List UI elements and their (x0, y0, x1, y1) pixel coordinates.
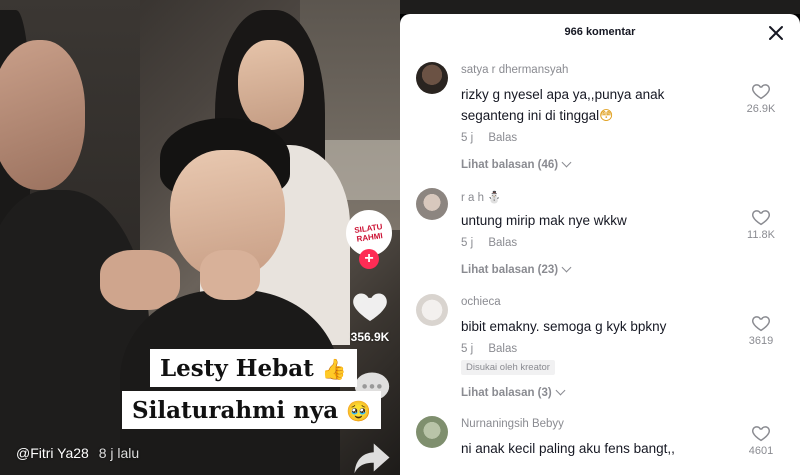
comment-time: 5 j (461, 237, 474, 249)
chevron-down-icon (561, 157, 572, 168)
view-replies-button[interactable]: Lihat balasan (46) (461, 157, 572, 171)
sheet-header: 966 komentar (400, 14, 800, 52)
comment-username-text: r a h (461, 192, 485, 204)
avatar[interactable] (416, 62, 448, 94)
view-replies-button[interactable]: Lihat balasan (3) (461, 385, 566, 399)
heart-icon[interactable] (350, 286, 390, 326)
caption-line-2: Silaturahmi nya 🥹 (122, 391, 382, 429)
teary-face-icon: 🥹 (346, 399, 372, 423)
comment-like[interactable]: 3619 (736, 314, 786, 347)
view-replies-label: Lihat balasan (23) (461, 264, 559, 276)
person-face (0, 40, 85, 190)
person-face (238, 40, 304, 130)
comment-username[interactable]: satya r dhermansyah (461, 64, 568, 76)
reply-button[interactable]: Balas (488, 343, 517, 355)
follow-button[interactable]: + (359, 249, 379, 269)
reply-button[interactable]: Balas (488, 237, 517, 249)
comment-time: 5 j (461, 132, 474, 144)
comment-like-count: 3619 (748, 335, 774, 347)
heart-outline-icon (752, 426, 770, 442)
comment-like[interactable]: 4601 (736, 424, 786, 457)
heart-outline-icon (752, 210, 770, 226)
sheet-backdrop (400, 0, 800, 14)
view-replies-label: Lihat balasan (46) (461, 159, 559, 171)
comment-username[interactable]: ochieca (461, 296, 501, 308)
chevron-down-icon (555, 385, 566, 396)
chevron-down-icon (561, 262, 572, 273)
comment-text: seganteng ini di tinggal😳 (461, 108, 613, 124)
video-player[interactable]: SILATU RAHMI + 356.9K Lesty Hebat 👍 Sila… (0, 0, 400, 475)
thumbs-up-icon: 👍 (321, 357, 347, 381)
comment-text: untung mirip mak nye wkkw (461, 213, 627, 228)
avatar[interactable] (416, 188, 448, 220)
comment-like-count: 4601 (748, 445, 774, 457)
comment-text-line: rizky g nyesel apa ya,,punya anak (461, 87, 665, 102)
video-like-count: 356.9K (350, 330, 390, 344)
posted-time: 8 j lalu (98, 445, 140, 461)
comment-like-count: 26.9K (746, 103, 776, 115)
person-arm (100, 250, 180, 310)
comment-like[interactable]: 11.8K (736, 208, 786, 241)
reply-button[interactable]: Balas (488, 132, 517, 144)
comment-username[interactable]: Nurnaningsih Bebyy (461, 418, 564, 430)
heart-outline-icon (752, 84, 770, 100)
view-replies-button[interactable]: Lihat balasan (23) (461, 262, 572, 276)
flushed-face-icon: 😳 (599, 108, 614, 124)
creator-handle[interactable]: @Fitri Ya28 8 j lalu (16, 445, 139, 461)
comment-like-count: 11.8K (747, 229, 775, 241)
heart-outline-icon (752, 316, 770, 332)
caption-text-1: Lesty Hebat (160, 355, 314, 382)
caption-line-1: Lesty Hebat 👍 (150, 349, 357, 387)
share-icon[interactable] (350, 440, 394, 475)
creator-handle-text: @Fitri Ya28 (16, 445, 89, 461)
comments-sheet: 966 komentar satya r dhermansyah rizky g… (400, 14, 800, 475)
baby-hand (200, 250, 260, 300)
comment-meta: 5 j Balas (461, 132, 517, 144)
comment-like[interactable]: 26.9K (736, 82, 786, 115)
comment-meta: 5 j Balas (461, 237, 517, 249)
avatar[interactable] (416, 294, 448, 326)
liked-by-creator-badge: Disukai oleh kreator (461, 360, 555, 375)
creator-avatar-text: SILATU RAHMI (353, 222, 384, 244)
comment-text: bibit emakny. semoga g kyk bpkny (461, 319, 667, 334)
comment-time: 5 j (461, 343, 474, 355)
close-icon[interactable] (766, 23, 786, 43)
comment-text-line: seganteng ini di tinggal (461, 108, 600, 123)
comment-text: ni anak kecil paling aku fens bangt,, (461, 441, 675, 456)
snowman-icon: ⛄ (487, 190, 502, 204)
avatar[interactable] (416, 416, 448, 448)
comment-text: rizky g nyesel apa ya,,punya anak (461, 87, 664, 102)
comment-count-title: 966 komentar (564, 26, 636, 38)
comment-username[interactable]: r a h ⛄ (461, 190, 502, 204)
comment-meta: 5 j Balas (461, 343, 517, 355)
caption-text-2: Silaturahmi nya (132, 397, 339, 424)
view-replies-label: Lihat balasan (3) (461, 387, 552, 399)
